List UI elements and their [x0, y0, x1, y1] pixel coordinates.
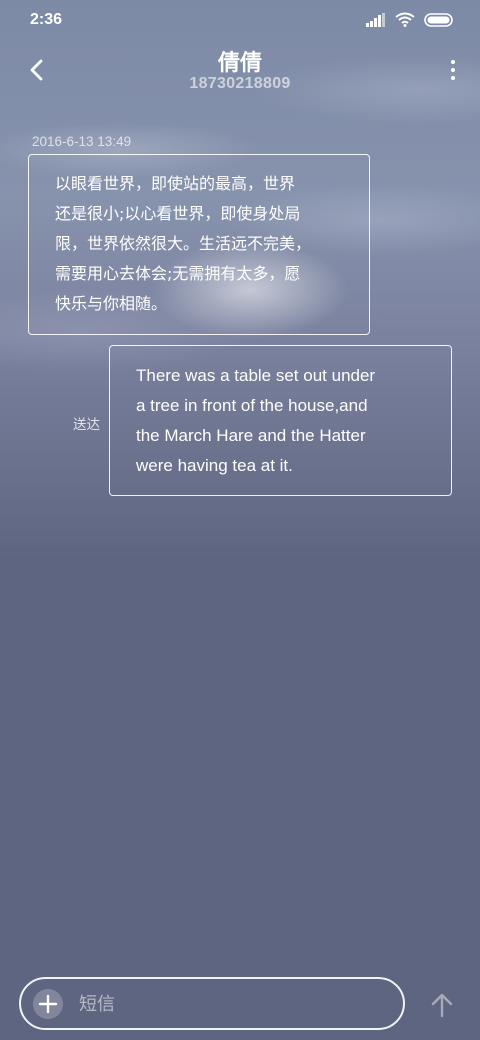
signal-icon	[366, 12, 385, 27]
send-arrow-icon[interactable]	[428, 991, 456, 1019]
message-line: 需要用心去体会;无需拥有太多，愿	[55, 264, 301, 283]
message-line: a tree in front of the house,and	[136, 396, 368, 415]
battery-icon	[424, 12, 453, 27]
conversation-header: 倩倩 18730218809	[0, 40, 480, 104]
status-time: 2:36	[30, 11, 63, 28]
status-icons	[366, 12, 454, 27]
message-line: were having tea at it.	[136, 456, 293, 475]
message-line: There was a table set out under	[136, 366, 376, 385]
message-line: the March Hare and the Hatter	[136, 426, 366, 445]
message-timestamp: 2016-6-13 13:49	[32, 134, 132, 149]
message-line: 以眼看世界，即使站的最高，世界	[55, 174, 296, 193]
contact-phone: 18730218809	[189, 75, 291, 92]
message-line: 限，世界依然很大。生活远不完美，	[55, 234, 312, 253]
message-line: 快乐与你相随。	[55, 294, 168, 313]
contact-name: 倩倩	[217, 51, 262, 76]
incoming-message-bubble[interactable]: 以眼看世界，即使站的最高，世界 还是很小;以心看世界，即使身处局 限，世界依然很…	[28, 154, 370, 335]
sms-input[interactable]	[77, 988, 381, 1020]
add-attachment-button[interactable]	[33, 989, 63, 1019]
outgoing-message-bubble[interactable]: There was a table set out under a tree i…	[109, 345, 452, 496]
wifi-icon	[395, 12, 415, 27]
plus-icon	[38, 994, 58, 1014]
message-line: 还是很小;以心看世界，即使身处局	[55, 204, 301, 223]
delivery-status: 送达	[73, 417, 100, 433]
status-bar: 2:36	[0, 0, 480, 40]
more-vertical-icon[interactable]	[448, 58, 458, 82]
message-composer	[19, 977, 405, 1030]
